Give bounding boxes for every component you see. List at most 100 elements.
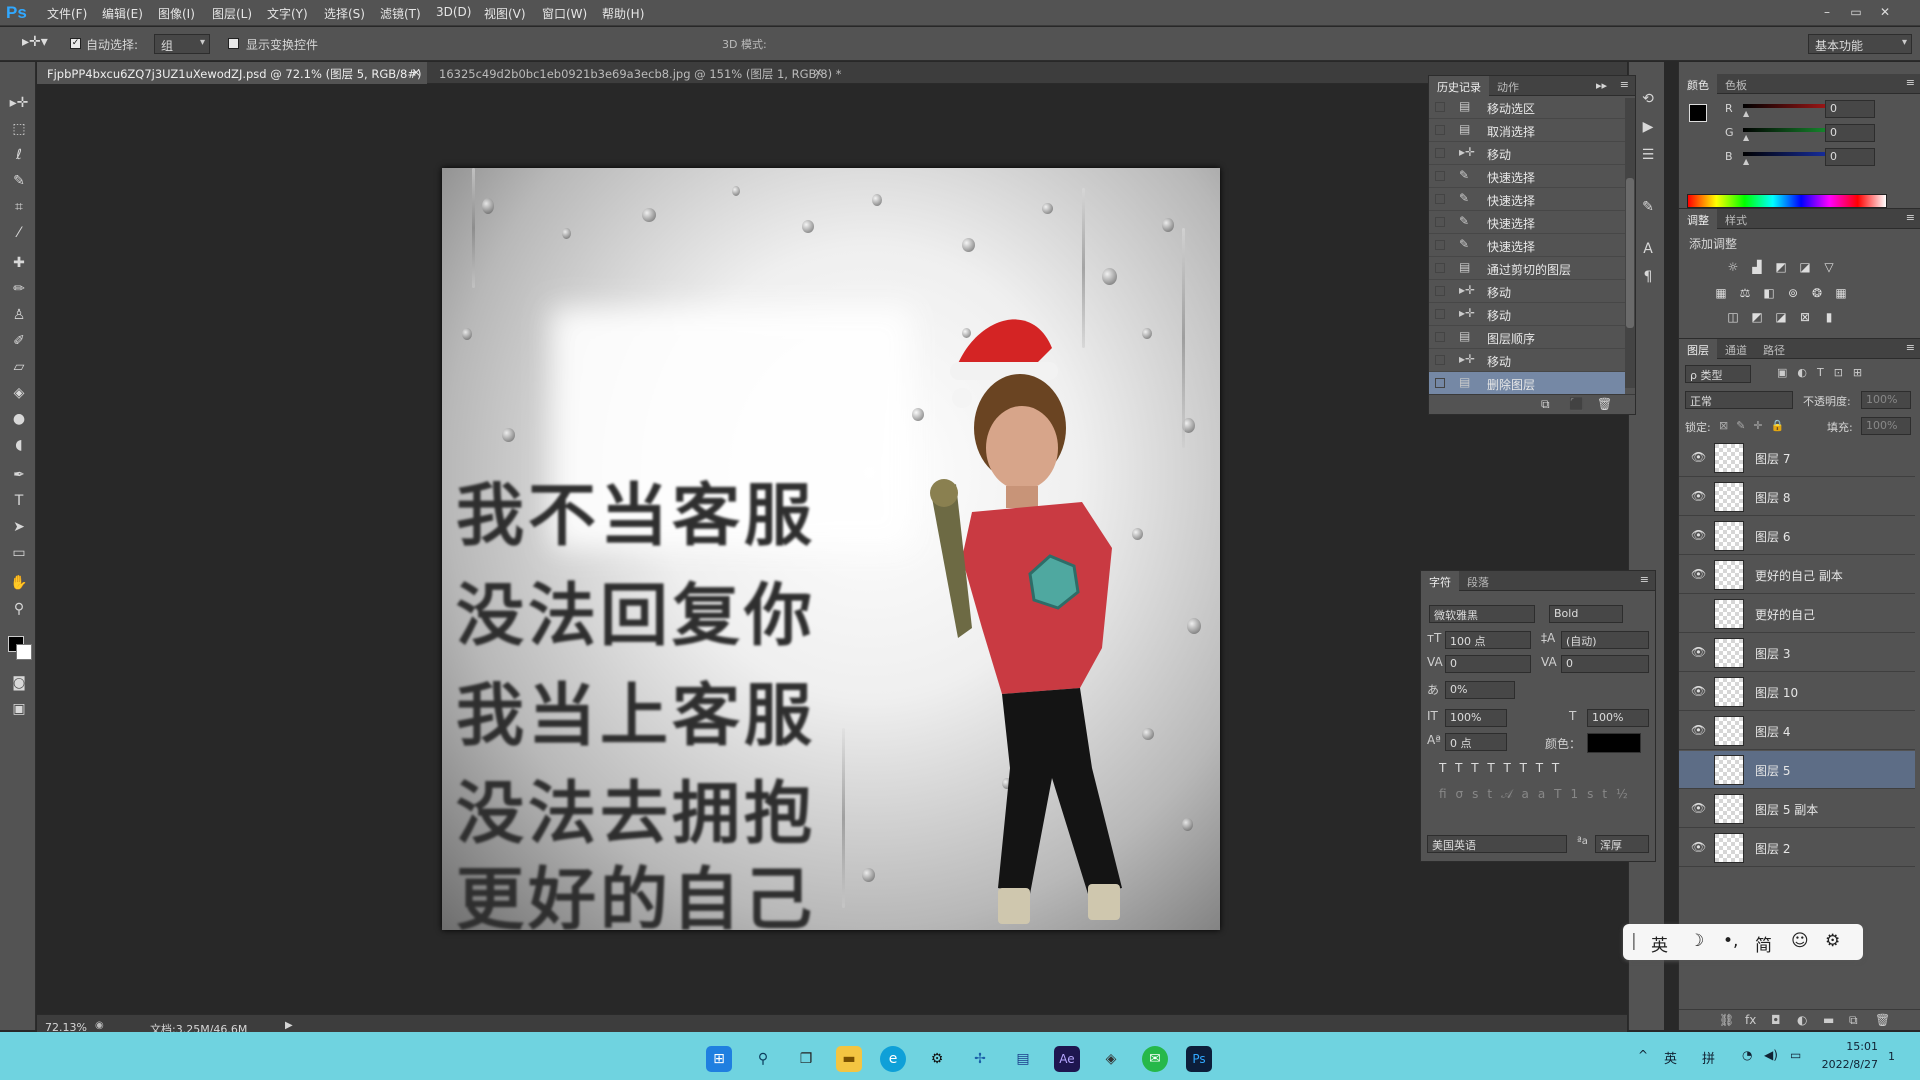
selective-color-icon[interactable]: ⊠	[1797, 309, 1813, 325]
move-tool-icon[interactable]: ▸✛	[8, 92, 30, 114]
layer-row[interactable]: 👁 图层 2	[1679, 829, 1915, 867]
ime-emoji-icon[interactable]: ☺	[1791, 931, 1809, 951]
invert-icon[interactable]: ◫	[1725, 309, 1741, 325]
tab-swatches[interactable]: 色板	[1717, 74, 1755, 96]
tab-color[interactable]: 颜色	[1679, 74, 1717, 96]
add-mask-icon[interactable]: ◘	[1771, 1013, 1781, 1027]
menu-type[interactable]: 文字(Y)	[267, 5, 308, 22]
screen-mode-icon[interactable]: ▣	[8, 698, 30, 720]
workspace-dropdown[interactable]: 基本功能	[1808, 34, 1912, 54]
ime-simplified-toggle[interactable]: 简	[1755, 931, 1772, 956]
font-family-dropdown[interactable]: 微软雅黑	[1429, 605, 1535, 623]
menu-image[interactable]: 图像(I)	[158, 5, 195, 22]
layer-visibility-eye-icon[interactable]: 👁	[1691, 528, 1706, 542]
font-style-dropdown[interactable]: Bold	[1549, 605, 1623, 623]
history-item[interactable]: ▤ 通过剪切的图层	[1429, 257, 1625, 280]
panel-menu-icon[interactable]: ≡	[1906, 341, 1915, 354]
tracking-field[interactable]: 0	[1561, 655, 1649, 673]
color-spectrum-bar[interactable]	[1687, 194, 1887, 208]
rectangle-tool-icon[interactable]: ▭	[8, 542, 30, 564]
brush-panel-icon[interactable]: ✎	[1637, 196, 1659, 218]
layer-visibility-eye-icon[interactable]: 👁	[1691, 840, 1706, 854]
tray-expand-icon[interactable]: ^	[1638, 1048, 1648, 1062]
eyedropper-tool-icon[interactable]: ⁄	[8, 222, 30, 244]
channel-value-field[interactable]: 0	[1825, 100, 1875, 118]
tray-ime-pinyin[interactable]: 拼	[1702, 1048, 1715, 1067]
clock-time[interactable]: 15:01	[1838, 1040, 1878, 1053]
menu-help[interactable]: 帮助(H)	[602, 5, 644, 22]
show-transform-checkbox[interactable]	[228, 36, 239, 50]
history-source-checkbox[interactable]	[1435, 217, 1445, 227]
language-dropdown[interactable]: 美国英语	[1427, 835, 1567, 853]
tab-actions[interactable]: 动作	[1489, 76, 1527, 98]
photoshop-taskbar-icon[interactable]: Ps	[1186, 1046, 1212, 1072]
panel-menu-icon[interactable]: ≡	[1906, 76, 1915, 89]
layer-row[interactable]: 👁 图层 4	[1679, 712, 1915, 750]
history-item[interactable]: ✎ 快速选择	[1429, 188, 1625, 211]
layer-row[interactable]: 图层 5	[1679, 751, 1915, 789]
channel-value-field[interactable]: 0	[1825, 124, 1875, 142]
faux-style-buttons[interactable]: TTTTTTTT	[1439, 761, 1649, 779]
lock-icons[interactable]: ⊠✎✛🔒	[1719, 419, 1792, 432]
pen-tool-icon[interactable]: ✒	[8, 464, 30, 486]
notification-count[interactable]: 1	[1888, 1050, 1895, 1063]
tab-paths[interactable]: 路径	[1755, 339, 1793, 361]
history-source-checkbox[interactable]	[1435, 125, 1445, 135]
layer-row[interactable]: 更好的自己	[1679, 595, 1915, 633]
menu-file[interactable]: 文件(F)	[47, 5, 87, 22]
dodge-tool-icon[interactable]: ◖	[8, 434, 30, 456]
tab-layers[interactable]: 图层	[1679, 339, 1717, 361]
quick-select-tool-icon[interactable]: ✎	[8, 170, 30, 192]
hue-saturation-icon[interactable]: ▦	[1713, 285, 1729, 301]
marquee-tool-icon[interactable]: ⬚	[8, 118, 30, 140]
opacity-field[interactable]: 100%	[1861, 391, 1911, 409]
settings-gear-icon[interactable]: ⚙	[924, 1046, 950, 1072]
ime-punctuation-icon[interactable]: •,	[1723, 931, 1738, 951]
after-effects-icon[interactable]: Ae	[1054, 1046, 1080, 1072]
ime-settings-icon[interactable]: ⚙	[1825, 931, 1840, 951]
gradient-map-icon[interactable]: ▮	[1821, 309, 1837, 325]
wechat-icon[interactable]: ✉	[1142, 1046, 1168, 1072]
lasso-tool-icon[interactable]: ℓ	[8, 144, 30, 166]
menu-3d[interactable]: 3D(D)	[436, 5, 471, 19]
quick-mask-icon[interactable]: ◙	[8, 672, 30, 694]
tab-history[interactable]: 历史记录	[1429, 76, 1489, 98]
link-layers-icon[interactable]: ⛓	[1719, 1013, 1734, 1027]
baseline-shift-field[interactable]: 0 点	[1445, 733, 1507, 751]
history-panel-icon[interactable]: ⟲	[1637, 88, 1659, 110]
paint-bucket-tool-icon[interactable]: ◈	[8, 382, 30, 404]
text-color-swatch[interactable]	[1587, 733, 1641, 753]
threshold-icon[interactable]: ◪	[1773, 309, 1789, 325]
app-pinwheel-icon[interactable]: ✢	[967, 1046, 993, 1072]
history-item[interactable]: ▸✛ 移动	[1429, 280, 1625, 303]
tray-ime-lang[interactable]: 英	[1664, 1048, 1677, 1067]
new-document-from-state-icon[interactable]: ⧉	[1541, 397, 1550, 412]
layer-filter-dropdown[interactable]: ρ 类型	[1685, 365, 1751, 383]
history-source-checkbox[interactable]	[1435, 332, 1445, 342]
horizontal-scale-field[interactable]: 100%	[1587, 709, 1649, 727]
posterize-icon[interactable]: ◩	[1749, 309, 1765, 325]
brightness-contrast-icon[interactable]: ☼	[1725, 259, 1741, 275]
delete-layer-icon[interactable]: 🗑	[1875, 1013, 1890, 1027]
crop-tool-icon[interactable]: ⌗	[8, 196, 30, 218]
menu-edit[interactable]: 编辑(E)	[102, 5, 143, 22]
layer-row[interactable]: 👁 图层 6	[1679, 517, 1915, 555]
history-source-checkbox[interactable]	[1435, 148, 1445, 158]
history-source-checkbox[interactable]	[1435, 355, 1445, 365]
layer-row[interactable]: 👁 图层 3	[1679, 634, 1915, 672]
exposure-icon[interactable]: ◪	[1797, 259, 1813, 275]
layer-row[interactable]: 👁 图层 7	[1679, 439, 1915, 477]
volume-icon[interactable]: ◀)	[1764, 1048, 1778, 1062]
edge-browser-icon[interactable]: e	[880, 1046, 906, 1072]
menu-filter[interactable]: 滤镜(T)	[380, 5, 421, 22]
history-source-checkbox[interactable]	[1435, 194, 1445, 204]
history-item[interactable]: ✎ 快速选择	[1429, 165, 1625, 188]
history-item[interactable]: ▤ 删除图层	[1429, 372, 1625, 395]
tab-psd-document[interactable]: FjpbPP4bxcu6ZQ7j3UZ1uXewodZJ.psd @ 72.1%…	[37, 62, 427, 84]
layer-visibility-eye-icon[interactable]: 👁	[1691, 801, 1706, 815]
wifi-icon[interactable]: ◔	[1742, 1048, 1752, 1062]
path-select-tool-icon[interactable]: ➤	[8, 516, 30, 538]
snapshot-camera-icon[interactable]: ⬛	[1569, 397, 1584, 411]
eraser-tool-icon[interactable]: ▱	[8, 356, 30, 378]
menu-view[interactable]: 视图(V)	[484, 5, 526, 22]
